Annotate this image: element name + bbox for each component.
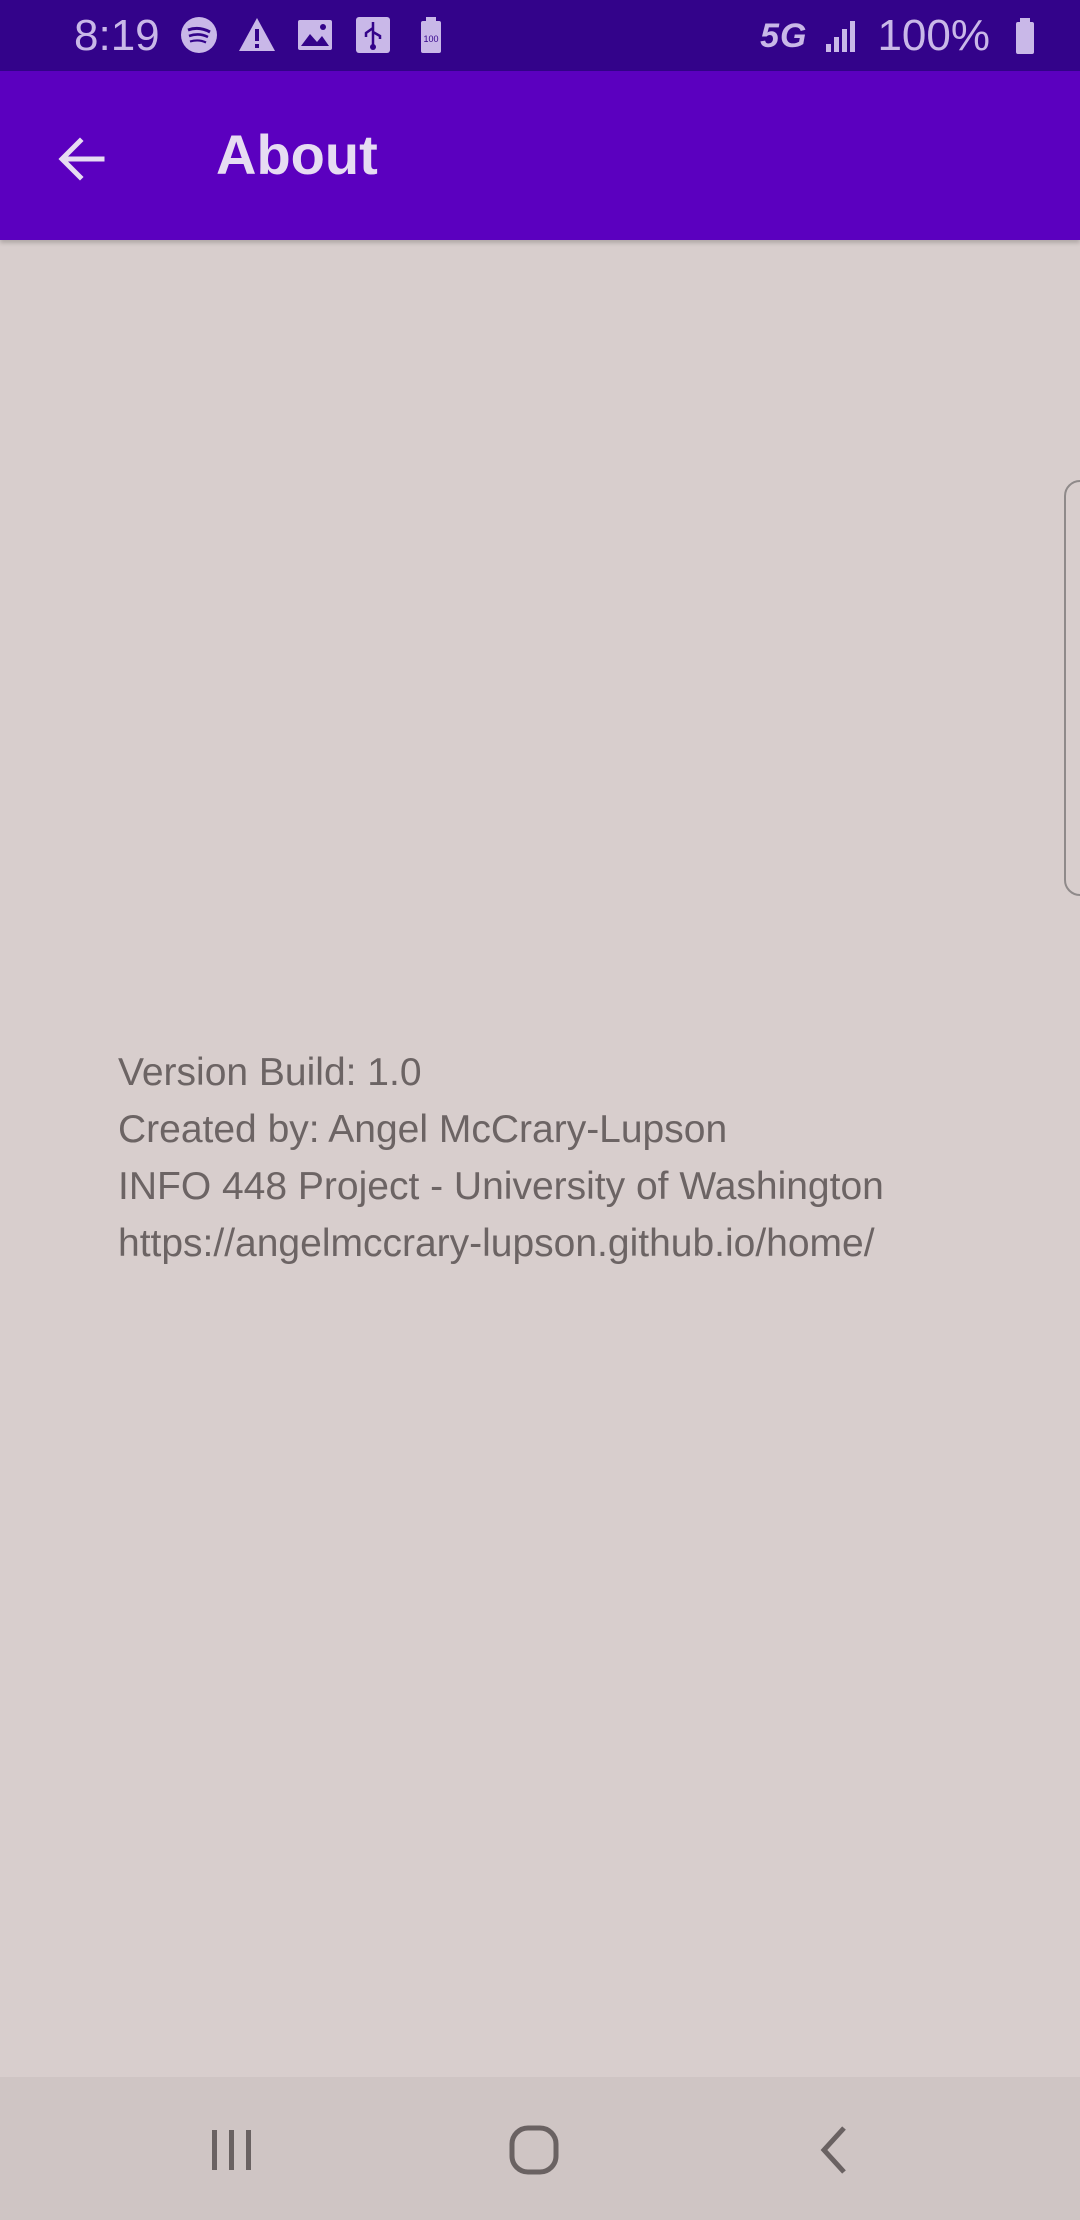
usb-icon [352,14,394,56]
about-info: Version Build: 1.0 Created by: Angel McC… [118,1044,884,1272]
alert-icon [236,14,278,56]
home-button[interactable] [484,2105,584,2195]
page-title: About [216,123,378,186]
back-button[interactable] [38,115,126,203]
battery-saver-icon: 100 [410,14,452,56]
spotify-icon [178,14,220,56]
arrow-back-icon [58,137,105,181]
image-icon [294,14,336,56]
project-text: INFO 448 Project - University of Washing… [118,1165,884,1208]
edge-panel-handle[interactable] [1064,480,1080,896]
navigation-bar [0,2077,1080,2220]
battery-percent: 100% [877,11,990,60]
signal-icon [821,15,863,57]
back-icon [820,2126,846,2174]
5g-icon: 5G [760,16,808,55]
system-back-button[interactable] [786,2105,886,2195]
status-bar: 8:19 100 5G 100% [0,0,1080,71]
recents-button[interactable] [182,2105,282,2195]
battery-icon [1004,15,1046,57]
app-bar: About [0,71,1080,240]
version-text: Version Build: 1.0 [118,1051,422,1094]
author-text: Created by: Angel McCrary-Lupson [118,1108,728,1151]
status-time: 8:19 [74,11,160,60]
homepage-link[interactable]: https://angelmccrary-lupson.github.io/ho… [118,1215,884,1272]
system-status-icons: 5G 100% [760,12,1046,60]
svg-text:100: 100 [423,34,438,44]
home-icon [509,2125,559,2175]
recents-icon [212,2130,251,2170]
notification-icons: 100 [178,14,452,56]
